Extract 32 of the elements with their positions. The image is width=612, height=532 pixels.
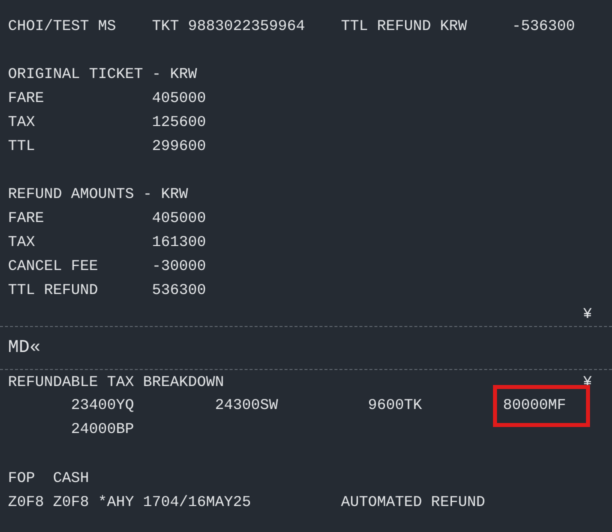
highlighted-tax-amount: 80000MF bbox=[493, 385, 590, 427]
amount-value: 299600 bbox=[152, 138, 206, 154]
ticket-number: TKT 9883022359964 bbox=[152, 18, 306, 34]
section-title: ORIGINAL TICKET - KRW bbox=[8, 66, 198, 82]
amount-value: 125600 bbox=[152, 114, 206, 130]
amount-label: CANCEL FEE bbox=[8, 258, 98, 274]
tax-amount: 24000BP bbox=[71, 420, 134, 440]
total-refund-amount: -536300 bbox=[512, 18, 576, 34]
section-title: REFUNDABLE TAX BREAKDOWN bbox=[8, 374, 224, 390]
tax-amount: 9600TK bbox=[368, 396, 422, 416]
total-refund-label: TTL REFUND KRW bbox=[341, 18, 468, 34]
payment-label: FOP bbox=[8, 470, 36, 486]
amount-value: 405000 bbox=[152, 210, 206, 226]
payment-value: CASH bbox=[53, 470, 90, 486]
tax-amount: 24300SW bbox=[215, 396, 278, 416]
amount-value: -30000 bbox=[152, 258, 206, 274]
amount-label: TTL REFUND bbox=[8, 282, 98, 298]
amount-label: TAX bbox=[8, 234, 36, 250]
agent-signature-text: Z0F8 Z0F8 *AHY 1704/16MAY25 bbox=[8, 494, 252, 510]
amount-label: TTL bbox=[8, 138, 36, 154]
refund-note: AUTOMATED REFUND bbox=[341, 494, 486, 510]
amount-value: 161300 bbox=[152, 234, 206, 250]
end-of-page-mark: ¥ bbox=[582, 306, 592, 322]
command-entry: MD« bbox=[8, 338, 40, 358]
amount-label: TAX bbox=[8, 114, 36, 130]
tax-amount: 23400YQ bbox=[71, 396, 134, 416]
amount-label: FARE bbox=[8, 90, 44, 106]
amount-label: FARE bbox=[8, 210, 44, 226]
passenger-name: CHOI/TEST MS bbox=[8, 18, 116, 34]
section-title: REFUND AMOUNTS - KRW bbox=[8, 186, 188, 202]
amount-value: 536300 bbox=[152, 282, 206, 298]
amount-value: 405000 bbox=[152, 90, 206, 106]
